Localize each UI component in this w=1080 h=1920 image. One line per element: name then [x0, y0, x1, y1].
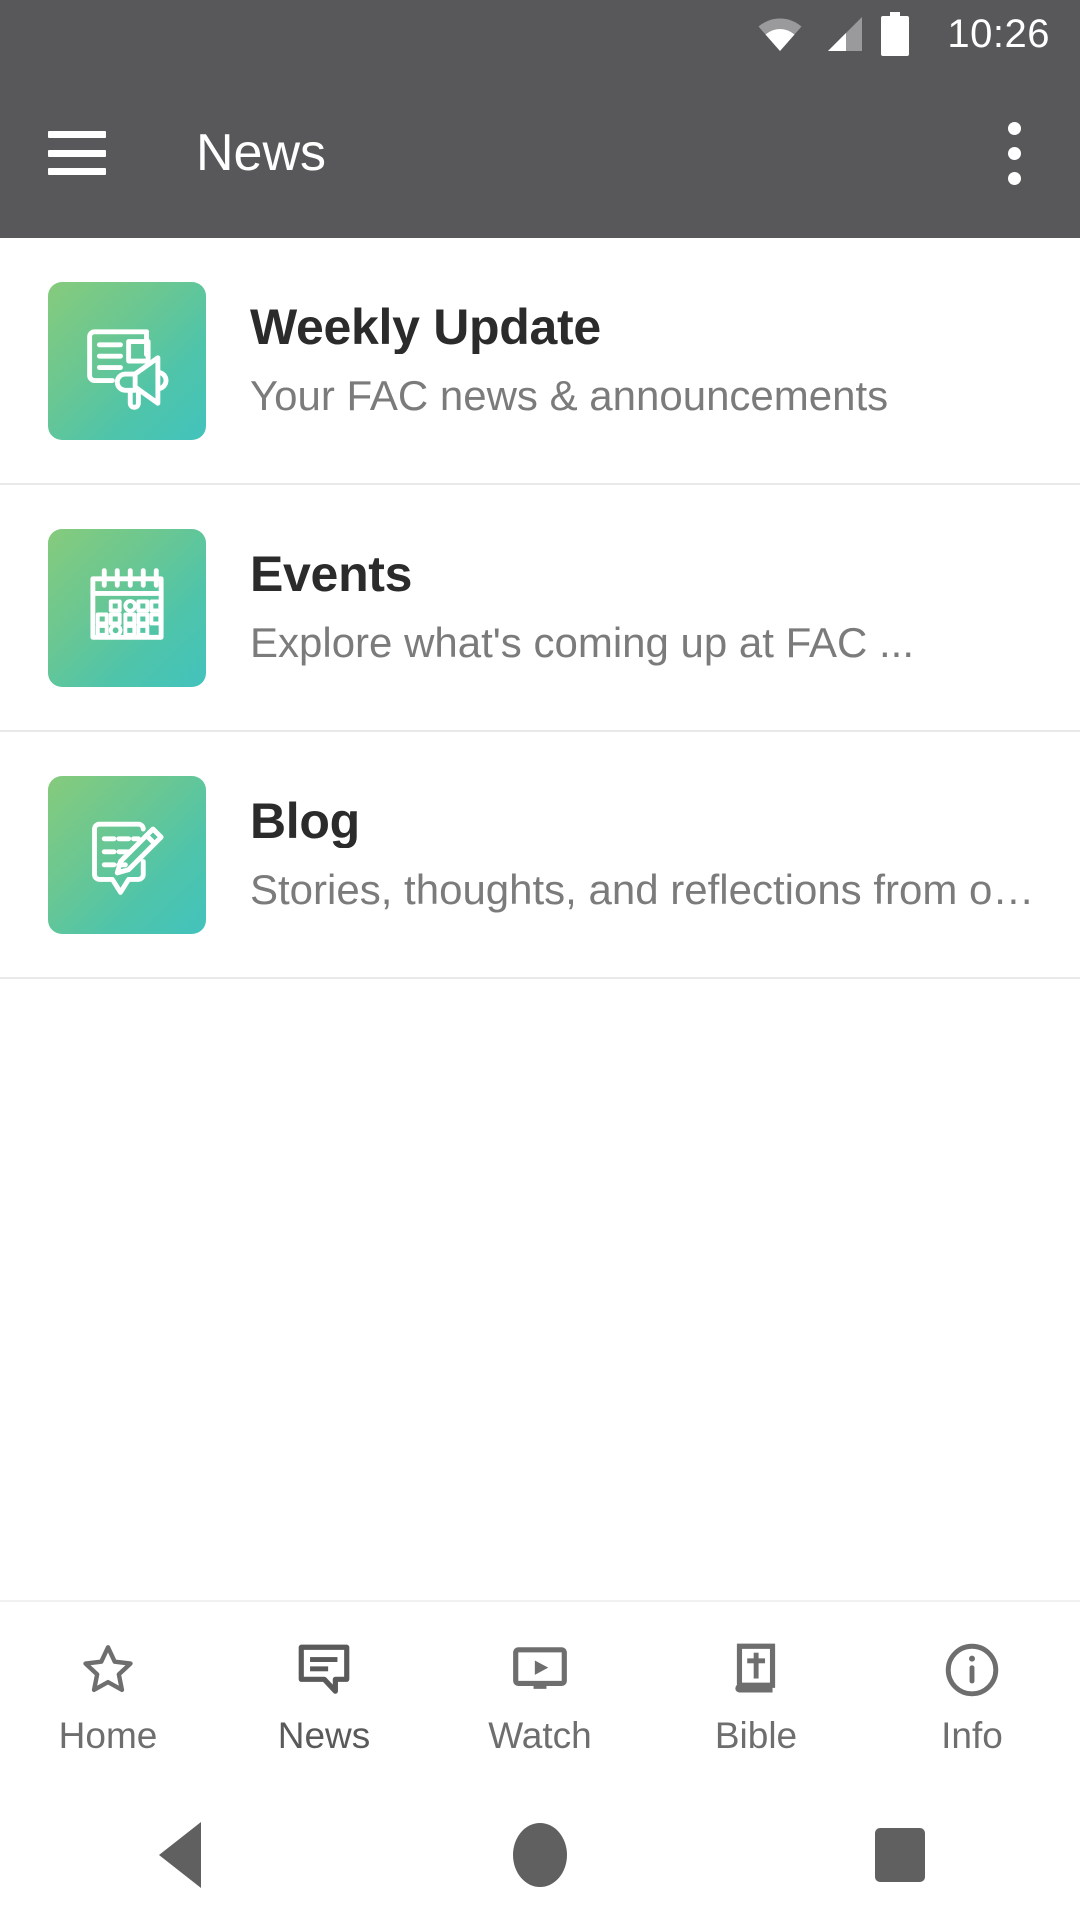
status-icon-group: 10:26	[758, 12, 1050, 56]
wifi-icon	[758, 18, 802, 51]
bottom-navigation: Home News Watch Bible Info	[0, 1600, 1080, 1790]
overflow-dot	[1007, 171, 1021, 185]
nav-item-home[interactable]: Home	[0, 1602, 216, 1790]
info-circle-icon	[945, 1643, 999, 1696]
item-text-block: Events Explore what's coming up at FAC .…	[250, 547, 1040, 667]
back-glyph	[159, 1822, 201, 1888]
nav-item-news[interactable]: News	[216, 1602, 432, 1790]
list-item-subtitle: Your FAC news & announcements	[250, 372, 889, 420]
nav-item-info[interactable]: Info	[864, 1602, 1080, 1790]
home-glyph	[513, 1823, 567, 1887]
triangle-back-icon[interactable]	[0, 1790, 360, 1920]
monitor-play-icon	[513, 1646, 567, 1689]
recents-glyph	[875, 1828, 925, 1882]
nav-label-watch: Watch	[488, 1714, 592, 1756]
status-bar: 10:26	[0, 0, 1080, 68]
status-clock: 10:26	[947, 12, 1050, 56]
list-item-subtitle: Stories, thoughts, and reflections from …	[250, 866, 1035, 914]
app-bar: News	[0, 68, 1080, 238]
list-item-title: Blog	[250, 794, 360, 849]
overflow-dot	[1007, 121, 1021, 135]
tile-events	[48, 528, 206, 687]
item-text-block: Blog Stories, thoughts, and reflections …	[250, 794, 1040, 914]
tile-blog	[48, 775, 206, 934]
newspaper-megaphone-icon	[87, 328, 169, 410]
note-pencil-icon	[92, 821, 164, 895]
hamburger-menu-icon[interactable]	[48, 131, 106, 175]
hamburger-line	[48, 131, 106, 138]
list-item-events[interactable]: Events Explore what's coming up at FAC .…	[0, 485, 1080, 732]
cellular-signal-icon	[828, 17, 863, 51]
calendar-icon	[90, 567, 164, 640]
overflow-dot	[1007, 146, 1021, 160]
battery-full-icon	[881, 12, 910, 56]
tile-weekly-update	[48, 281, 206, 440]
nav-label-home: Home	[58, 1714, 158, 1756]
book-cross-icon	[735, 1643, 776, 1692]
nav-label-news: News	[277, 1714, 371, 1756]
nav-label-info: Info	[941, 1714, 1003, 1756]
nav-item-watch[interactable]: Watch	[432, 1602, 648, 1790]
news-list: Weekly Update Your FAC news & announceme…	[0, 238, 1080, 1600]
hamburger-line	[48, 168, 106, 175]
nav-item-bible[interactable]: Bible	[648, 1602, 864, 1790]
square-recents-icon[interactable]	[720, 1790, 1080, 1920]
list-item-title: Weekly Update	[250, 300, 601, 355]
circle-home-icon[interactable]	[360, 1790, 720, 1920]
page-title: News	[196, 124, 327, 182]
star-outline-icon	[83, 1644, 133, 1692]
more-vertical-icon[interactable]	[982, 117, 1046, 189]
item-text-block: Weekly Update Your FAC news & announceme…	[250, 300, 1040, 420]
list-item-blog[interactable]: Blog Stories, thoughts, and reflections …	[0, 732, 1080, 979]
list-item-title: Events	[250, 547, 413, 602]
phone-screen: 10:26 News Weekly Update Your FAC news &…	[0, 0, 1080, 1920]
android-system-nav	[0, 1790, 1080, 1920]
list-item-subtitle: Explore what's coming up at FAC ...	[250, 619, 914, 667]
nav-label-bible: Bible	[714, 1714, 798, 1756]
chat-bubble-lines-icon	[298, 1644, 350, 1694]
hamburger-line	[48, 149, 106, 157]
list-item-weekly-update[interactable]: Weekly Update Your FAC news & announceme…	[0, 238, 1080, 485]
